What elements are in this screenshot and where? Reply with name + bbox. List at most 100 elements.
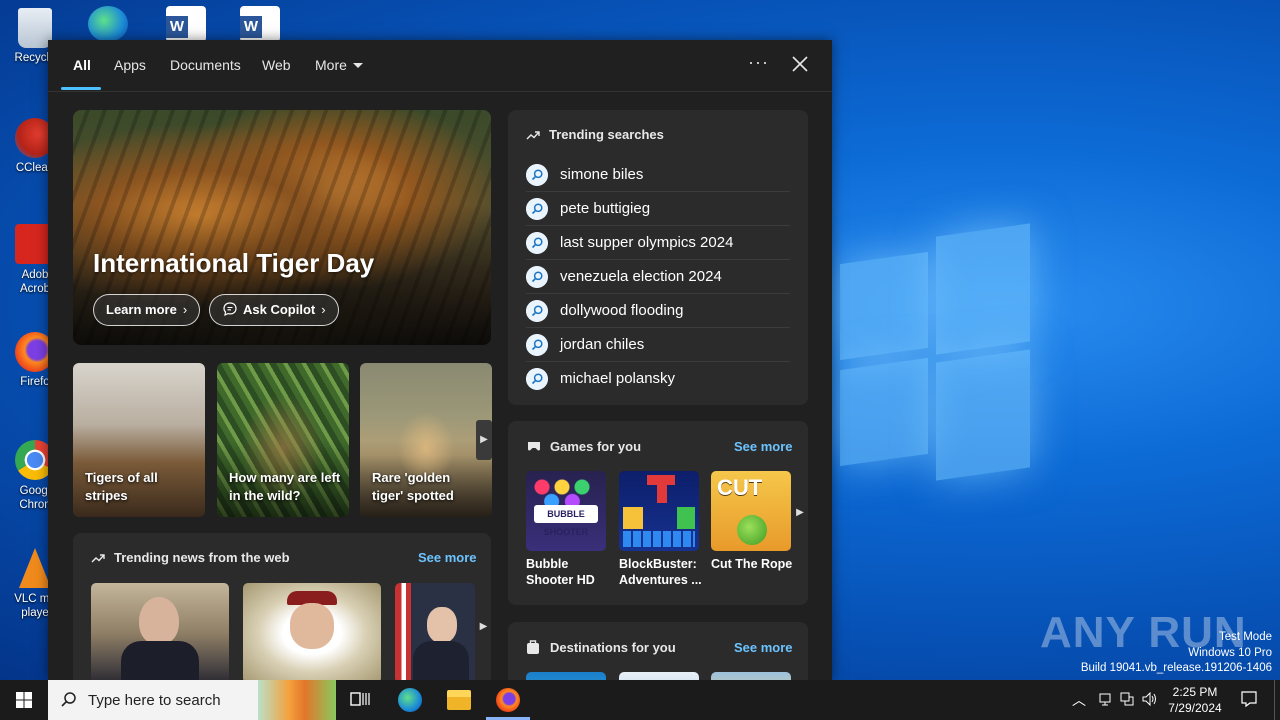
destination-thumbnail[interactable]: [526, 672, 606, 680]
yellow-block: [623, 507, 643, 529]
trending-news-card: Trending news from the web See more ▶: [73, 533, 491, 680]
network-icon[interactable]: [1098, 692, 1112, 706]
close-icon[interactable]: [790, 54, 810, 74]
destinations-see-more-link[interactable]: See more: [734, 640, 793, 655]
trending-search-item[interactable]: dollywood flooding: [526, 294, 790, 328]
suitcase-icon: [527, 640, 539, 654]
search-icon: [526, 334, 548, 356]
learn-more-label: Learn more: [106, 302, 177, 317]
trending-search-text: michael polansky: [560, 370, 676, 387]
ask-copilot-button[interactable]: Ask Copilot ›: [209, 294, 339, 326]
system-clock[interactable]: 2:25 PM 7/29/2024: [1160, 684, 1230, 716]
blue-blocks: [623, 531, 695, 547]
edge-taskbar-icon[interactable]: [398, 688, 422, 712]
trending-arrow-icon: [526, 131, 540, 140]
search-icon: [526, 164, 548, 186]
notifications-icon[interactable]: [1240, 690, 1258, 708]
hero-card[interactable]: International Tiger Day Learn more › Ask …: [73, 110, 491, 345]
show-hidden-icons-icon[interactable]: ︿: [1072, 690, 1086, 710]
news-thumbnail[interactable]: [91, 583, 229, 680]
game-thumbnail-bubble-shooter[interactable]: BUBBLE SHOOTER: [526, 471, 606, 551]
trending-search-item[interactable]: michael polansky: [526, 362, 790, 396]
tab-all[interactable]: All: [73, 57, 91, 73]
games-next-button[interactable]: ▶: [792, 493, 808, 533]
task-view-icon[interactable]: [348, 688, 372, 712]
vlc-icon: [19, 548, 51, 588]
tab-web[interactable]: Web: [262, 57, 291, 73]
games-title: Games for you: [550, 439, 642, 454]
trending-search-text: simone biles: [560, 166, 644, 183]
tab-more[interactable]: More: [315, 57, 363, 73]
more-options-button[interactable]: ···: [748, 52, 769, 73]
tab-apps[interactable]: Apps: [114, 57, 146, 73]
destinations-card: Destinations for you See more: [508, 622, 808, 680]
search-icon: [61, 692, 76, 707]
volume-icon[interactable]: [1142, 692, 1158, 706]
file-explorer-icon[interactable]: [447, 690, 471, 710]
trending-search-item[interactable]: simone biles: [526, 158, 790, 192]
test-mode-watermark: Test Mode Windows 10 Pro Build 19041.vb_…: [1081, 630, 1272, 677]
firefox-taskbar-icon[interactable]: [496, 688, 520, 712]
story-tile[interactable]: Rare 'golden tiger' spotted: [360, 363, 492, 517]
trending-search-item[interactable]: pete buttigieg: [526, 192, 790, 226]
red-block: [647, 475, 675, 485]
trending-searches-title: Trending searches: [549, 127, 664, 142]
edge-desktop-icon[interactable]: [88, 6, 128, 42]
show-desktop-button[interactable]: [1274, 680, 1275, 720]
om-nom-icon: [737, 515, 767, 545]
search-scope-tabs: All Apps Documents Web More ···: [48, 40, 832, 92]
clock-date: 7/29/2024: [1168, 701, 1222, 715]
chevron-right-icon: ›: [182, 302, 188, 317]
person-suit: [413, 641, 469, 680]
game-title[interactable]: BlockBuster: Adventures ...: [619, 556, 703, 588]
stories-next-button[interactable]: ▶: [476, 420, 492, 460]
tab-documents[interactable]: Documents: [170, 57, 241, 73]
search-highlight-image: [258, 680, 336, 720]
connection-icon[interactable]: [1120, 692, 1134, 706]
recycle-bin-icon: [18, 8, 52, 48]
windows-start-icon[interactable]: [0, 680, 48, 720]
windows-logo: [840, 223, 1030, 481]
news-thumbnail[interactable]: [243, 583, 381, 680]
search-icon: [526, 232, 548, 254]
trending-search-item[interactable]: jordan chiles: [526, 328, 790, 362]
trending-searches-card: Trending searches simone biles pete butti…: [508, 110, 808, 405]
game-title[interactable]: Cut The Rope: [711, 556, 795, 572]
news-thumbnail[interactable]: [395, 583, 475, 680]
destinations-title: Destinations for you: [550, 640, 676, 655]
hero-title: International Tiger Day: [93, 248, 375, 278]
search-icon: [526, 368, 548, 390]
search-icon: [526, 266, 548, 288]
story-tile-label: How many are left in the wild?: [229, 470, 341, 503]
destination-thumbnail[interactable]: [711, 672, 791, 680]
ask-copilot-label: Ask Copilot: [243, 302, 316, 317]
learn-more-button[interactable]: Learn more ›: [93, 294, 201, 326]
trending-search-item[interactable]: venezuela election 2024: [526, 260, 790, 294]
game-thumbnail-cut-the-rope[interactable]: CUT: [711, 471, 791, 551]
word-document-icon[interactable]: W: [240, 6, 280, 42]
chevron-right-icon: ›: [321, 302, 326, 317]
trending-search-item[interactable]: last supper olympics 2024: [526, 226, 790, 260]
trending-news-title: Trending news from the web: [114, 550, 290, 565]
destination-thumbnail[interactable]: [619, 672, 699, 680]
story-tile[interactable]: Tigers of all stripes: [73, 363, 205, 517]
watermark-line: Test Mode: [1218, 631, 1272, 643]
trending-search-text: venezuela election 2024: [560, 268, 722, 285]
news-next-button[interactable]: ▶: [476, 607, 491, 647]
game-title[interactable]: Bubble Shooter HD: [526, 556, 610, 588]
story-tile[interactable]: How many are left in the wild?: [217, 363, 349, 517]
word-document-icon[interactable]: W: [166, 6, 206, 42]
person-face: [290, 603, 334, 649]
taskbar-search-input[interactable]: Type here to search: [48, 680, 336, 720]
news-see-more-link[interactable]: See more: [418, 550, 477, 565]
active-tab-indicator: [61, 87, 101, 90]
search-placeholder: Type here to search: [88, 692, 221, 709]
trending-search-text: jordan chiles: [560, 336, 645, 353]
games-see-more-link[interactable]: See more: [734, 439, 793, 454]
games-card: Games for you See more BUBBLE SHOOTER Bu…: [508, 421, 808, 605]
game-thumbnail-blockbuster[interactable]: [619, 471, 699, 551]
games-icon: [528, 442, 540, 451]
cut-the-rope-logo: CUT: [717, 475, 763, 500]
desktop-icon-label: Firefo: [20, 376, 50, 388]
story-tile-label: Tigers of all stripes: [85, 470, 158, 503]
